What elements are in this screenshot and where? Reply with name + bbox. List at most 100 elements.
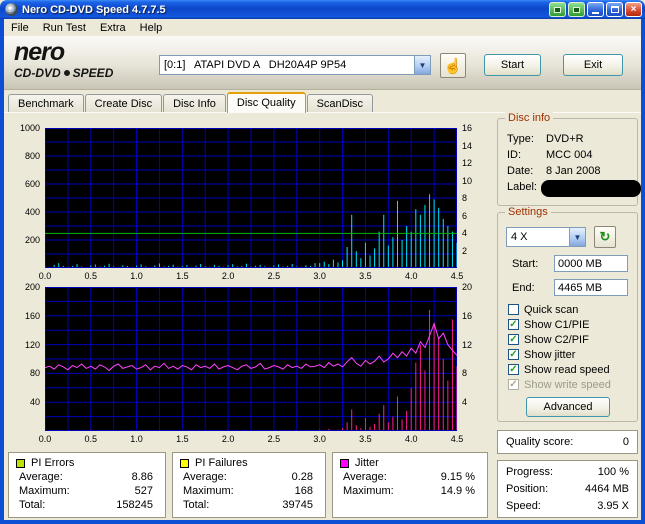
window-title: Nero CD-DVD Speed 4.7.7.5 bbox=[22, 3, 166, 16]
speed-value: 3.95 X bbox=[597, 500, 629, 512]
stat-label: Total: bbox=[19, 499, 46, 511]
stat-box-pi-failures: PI Failures Average: 0.28 Maximum: 168 Tot… bbox=[172, 452, 326, 518]
jitter-title: Jitter bbox=[355, 457, 379, 469]
tab-benchmark[interactable]: Benchmark bbox=[8, 94, 84, 113]
tab-disc-info[interactable]: Disc Info bbox=[163, 94, 226, 113]
app-icon bbox=[5, 3, 18, 16]
menu-file[interactable]: File bbox=[4, 22, 36, 34]
pie-right-axis: 16 14 12 10 8 6 4 2 bbox=[459, 123, 487, 268]
end-field[interactable] bbox=[554, 279, 628, 296]
checkbox-label: Show jitter bbox=[524, 348, 576, 361]
titlebar[interactable]: Nero CD-DVD Speed 4.7.7.5 × bbox=[0, 0, 645, 19]
pif-left-axis: 200 160 120 80 40 bbox=[8, 282, 43, 431]
disc-label-label: Label: bbox=[507, 181, 537, 193]
stat-box-pi-errors: PI Errors Average: 8.86 Maximum: 527 Total… bbox=[8, 452, 166, 518]
stat-label: Average: bbox=[183, 471, 227, 483]
x-axis-tick: 0.5 bbox=[84, 271, 98, 281]
x-axis-tick: 2.0 bbox=[221, 434, 235, 444]
left-axis-tick: 200 bbox=[24, 282, 40, 292]
advanced-button[interactable]: Advanced bbox=[526, 397, 610, 417]
menu-run-test[interactable]: Run Test bbox=[36, 22, 93, 34]
checkbox-show-c2-pif[interactable]: Show C2/PIF bbox=[508, 333, 589, 346]
stat-value: 39745 bbox=[282, 499, 313, 511]
stat-value: 527 bbox=[134, 485, 153, 497]
maximize-icon bbox=[610, 6, 619, 13]
progress-value: 100 % bbox=[597, 466, 629, 478]
maximize-button[interactable] bbox=[606, 2, 623, 17]
capture-icon bbox=[554, 6, 561, 13]
stat-value: 9.15 % bbox=[440, 471, 475, 483]
checkbox-box[interactable] bbox=[508, 349, 519, 360]
x-axis-tick: 3.5 bbox=[359, 271, 372, 281]
x-axis-tick: 3.0 bbox=[313, 271, 326, 281]
checkbox-label: Show C1/PIE bbox=[524, 318, 590, 331]
capture-icon bbox=[573, 6, 580, 13]
left-axis-tick: 400 bbox=[24, 207, 40, 217]
app-window: Nero CD-DVD Speed 4.7.7.5 × File Run Tes… bbox=[0, 0, 645, 524]
x-axis-tick: 0.0 bbox=[38, 271, 52, 281]
drive-combo[interactable]: [0:1] ATAPI DVD A DH20A4P 9P54 ▼ bbox=[159, 55, 431, 75]
quality-score-box: Quality score: 0 bbox=[497, 430, 638, 454]
end-label: End: bbox=[512, 282, 535, 294]
checkbox-quick-scan[interactable]: Quick scan bbox=[508, 303, 578, 316]
chart-pif-jitter: 200 160 120 80 40 20 16 12 8 4 0.0 0.5 1.0 1.5 2.0 2.… bbox=[8, 282, 490, 447]
position-value: 4464 MB bbox=[584, 483, 629, 495]
stat-value: 0.28 bbox=[291, 471, 313, 483]
right-axis-tick: 14 bbox=[462, 140, 473, 151]
chevron-down-icon[interactable]: ▼ bbox=[414, 56, 430, 74]
tab-scandisc[interactable]: ScanDisc bbox=[306, 94, 374, 113]
menu-extra[interactable]: Extra bbox=[93, 22, 133, 34]
titlebar-extra-button-2[interactable] bbox=[568, 2, 585, 17]
left-axis-tick: 120 bbox=[24, 339, 40, 350]
checkbox-box[interactable] bbox=[508, 319, 519, 330]
right-axis-tick: 16 bbox=[462, 310, 473, 321]
exit-button[interactable]: Exit bbox=[563, 54, 623, 76]
progress-box: Progress: 100 % Position: 4464 MB Speed:… bbox=[497, 460, 638, 518]
close-button[interactable]: × bbox=[625, 2, 642, 17]
nero-logo: nero CD-DVD SPEED bbox=[14, 40, 113, 80]
right-axis-tick: 20 bbox=[462, 282, 473, 292]
tab-disc-quality[interactable]: Disc Quality bbox=[226, 92, 306, 113]
checkbox-box[interactable] bbox=[508, 364, 519, 375]
checkbox-box[interactable] bbox=[508, 304, 519, 315]
checkbox-show-c1-pie[interactable]: Show C1/PIE bbox=[508, 318, 589, 331]
position-label: Position: bbox=[506, 483, 549, 495]
x-axis-tick: 3.0 bbox=[313, 434, 326, 444]
start-field[interactable] bbox=[554, 255, 628, 272]
checkbox-box[interactable] bbox=[508, 334, 519, 345]
chevron-down-icon[interactable]: ▼ bbox=[569, 228, 585, 246]
pif-plot-area bbox=[45, 287, 457, 431]
eject-button[interactable]: ☝ bbox=[440, 53, 466, 78]
disc-info-title: Disc info bbox=[505, 112, 554, 124]
checkbox-show-read-speed[interactable]: Show read speed bbox=[508, 363, 610, 376]
checkbox-show-jitter[interactable]: Show jitter bbox=[508, 348, 575, 361]
x-axis-tick: 3.5 bbox=[359, 434, 372, 444]
pif-right-axis: 20 16 12 8 4 bbox=[459, 282, 487, 431]
right-axis-tick: 12 bbox=[462, 158, 473, 168]
checkbox-label: Show C2/PIF bbox=[524, 333, 589, 346]
x-axis-tick: 2.5 bbox=[267, 434, 281, 444]
disc-icon bbox=[63, 70, 70, 76]
chart-pie-readspeed: 1000 800 600 400 200 16 14 12 10 8 6 4 2 0.0 0.5 1.0 1… bbox=[8, 122, 490, 284]
stat-label: Maximum: bbox=[183, 485, 234, 497]
stat-value: 158245 bbox=[116, 499, 153, 511]
minimize-button[interactable] bbox=[587, 2, 604, 17]
x-axis-tick: 1.0 bbox=[130, 271, 143, 281]
tab-strip: Benchmark Create Disc Disc Info Disc Qua… bbox=[8, 92, 374, 113]
left-axis-tick: 40 bbox=[29, 397, 40, 408]
right-axis-tick: 16 bbox=[462, 123, 473, 133]
right-axis-tick: 4 bbox=[462, 397, 468, 408]
disc-date-value: 8 Jan 2008 bbox=[546, 165, 601, 177]
checkbox-label: Show write speed bbox=[524, 378, 611, 391]
x-axis-tick: 1.5 bbox=[176, 271, 189, 281]
window-border-bottom bbox=[0, 520, 645, 524]
stat-value: 14.9 % bbox=[440, 485, 475, 497]
titlebar-extra-button-1[interactable] bbox=[549, 2, 566, 17]
menu-help[interactable]: Help bbox=[133, 22, 170, 34]
left-axis-tick: 800 bbox=[24, 151, 40, 161]
refresh-speed-button[interactable]: ↻ bbox=[594, 226, 616, 248]
tab-create-disc[interactable]: Create Disc bbox=[84, 94, 163, 113]
start-button[interactable]: Start bbox=[484, 54, 541, 76]
stat-box-jitter: Jitter Average: 9.15 % Maximum: 14.9 % bbox=[332, 452, 488, 518]
speed-combo[interactable]: 4 X ▼ bbox=[506, 227, 586, 247]
